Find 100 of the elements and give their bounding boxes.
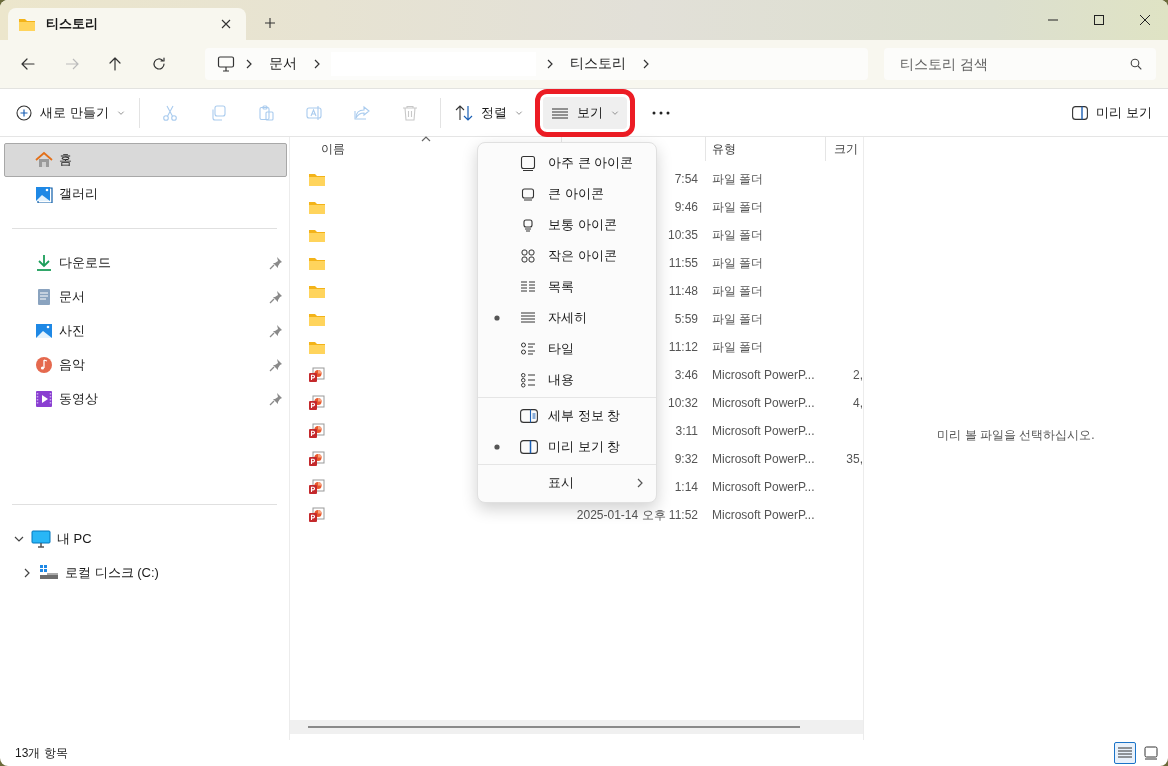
breadcrumb[interactable]: 문서 [262,51,303,77]
menu-item[interactable]: 보통 아이콘 [478,209,656,240]
sidebar-label: 동영상 [59,390,99,408]
photo-icon [35,322,53,340]
date-cell: 10:35 [667,228,698,242]
folder-icon [308,227,326,243]
tree-label: 내 PC [57,530,93,548]
bullet-icon [494,443,500,450]
tree-label: 로컬 디스크 (C:) [65,564,160,582]
list-icon [520,278,538,295]
tiles-icon [520,340,538,357]
menu-item[interactable]: 내용 [478,364,656,395]
date-cell: 1:14 [674,480,698,494]
sidebar-label: 음악 [59,356,86,374]
scrollbar-thumb[interactable] [308,726,800,728]
date-cell: 11:48 [668,284,698,298]
sort-arrows-icon [454,104,473,121]
refresh-icon [150,56,167,72]
presentation-file-icon [308,451,325,467]
tile-icon [1141,743,1161,763]
copy-icon [209,104,226,121]
new-button[interactable]: 새로 만들기 [8,96,133,129]
square-icon [520,154,538,171]
presentation-file-icon [308,479,325,495]
type-cell-text: Microsoft PowerP... [711,480,816,494]
folder-icon [308,283,326,299]
presentation-file-icon [308,423,325,439]
sidebar-item[interactable]: 음악 [4,348,287,382]
date-cell: 7:54 [674,172,698,186]
menu-item[interactable]: 미리 보기 창 [478,431,656,462]
pane-icon [1072,105,1089,120]
share-icon [353,104,370,121]
date-cell: 3:46 [674,368,698,382]
tab-title: 티스토리 [46,15,99,33]
menu-item[interactable]: 표시 [478,467,656,498]
menu-item[interactable]: 작은 아이콘 [478,240,656,271]
type-cell-text: 파일 폴더 [711,198,765,216]
bullet-icon [494,314,500,321]
folder-icon [308,311,326,327]
sidebar-item[interactable]: 갤러리 [4,177,287,211]
date-cell: 3:11 [675,424,698,438]
type-cell-text: 파일 폴더 [711,310,765,328]
type-cell-text: 파일 폴더 [711,170,765,188]
folder-icon [308,339,326,355]
size-cell-text: 35, [845,452,863,466]
sidebar-item[interactable]: 홈 [4,143,287,177]
window-tab[interactable]: 티스토리 [8,8,246,40]
date-cell: 2025-01-14 오후 11:52 [576,507,698,522]
monitor-icon [31,530,51,548]
sidebar-item[interactable]: 동영상 [4,382,287,416]
presentation-file-icon [308,507,325,523]
type-cell-text: 파일 폴더 [711,338,765,356]
column-header[interactable]: 크기 [834,140,858,158]
video-icon [35,390,53,408]
menu-item[interactable]: 세부 정보 창 [478,400,656,431]
details-view-button[interactable] [1114,742,1136,764]
type-cell-text: Microsoft PowerP... [711,452,816,466]
column-header[interactable]: 이름 [321,140,345,158]
type-cell-text: Microsoft PowerP... [711,368,816,382]
date-cell: 10:32 [667,396,698,410]
pane-icon [520,438,538,455]
sidebar-item[interactable]: 다운로드 [4,246,287,280]
tree-item[interactable]: 로컬 디스크 (C:) [4,556,287,590]
download-icon [35,254,53,272]
size-cell-text: 2, [852,368,863,382]
breadcrumb[interactable]: 티스토리 [563,51,632,77]
sidebar-item[interactable]: 사진 [4,314,287,348]
rename-icon [305,104,322,121]
scissors-icon [161,104,178,121]
date-cell: 9:46 [674,200,698,214]
sort-button[interactable]: 정렬 [446,96,531,129]
plus-circle-icon [16,104,32,121]
preview-pane-button[interactable]: 미리 보기 [1064,96,1160,129]
sidebar-label: 사진 [59,322,86,340]
type-cell-text: Microsoft PowerP... [711,424,816,438]
search-field[interactable]: 티스토리 검색 [884,48,1156,80]
sidebar-item[interactable]: 문서 [4,280,287,314]
clipboard-icon [257,104,274,121]
type-cell-text: Microsoft PowerP... [711,508,816,522]
menu-item[interactable]: 타일 [478,333,656,364]
folder-icon [18,16,36,32]
content-icon [520,371,538,388]
menu-item[interactable]: 아주 큰 아이콘 [478,147,656,178]
close-icon [1140,15,1150,25]
tree-item[interactable]: 내 PC [4,522,287,556]
item-count: 13개 항목 [15,744,69,762]
sidebar-label: 문서 [59,288,86,306]
menu-item[interactable]: 자세히 [478,302,656,333]
menu-item[interactable]: 큰 아이콘 [478,178,656,209]
date-cell: 9:32 [674,452,698,466]
column-header[interactable]: 유형 [712,140,736,158]
close-icon [221,19,231,29]
horizontal-scrollbar[interactable] [290,720,863,734]
size-cell-text: 4, [852,396,863,410]
back-icon [19,56,36,72]
menu-item[interactable]: 목록 [478,271,656,302]
type-cell-text: 파일 폴더 [711,254,765,272]
type-cell-text: 파일 폴더 [711,226,765,244]
date-cell: 11:12 [668,340,698,354]
presentation-file-icon [308,367,325,383]
